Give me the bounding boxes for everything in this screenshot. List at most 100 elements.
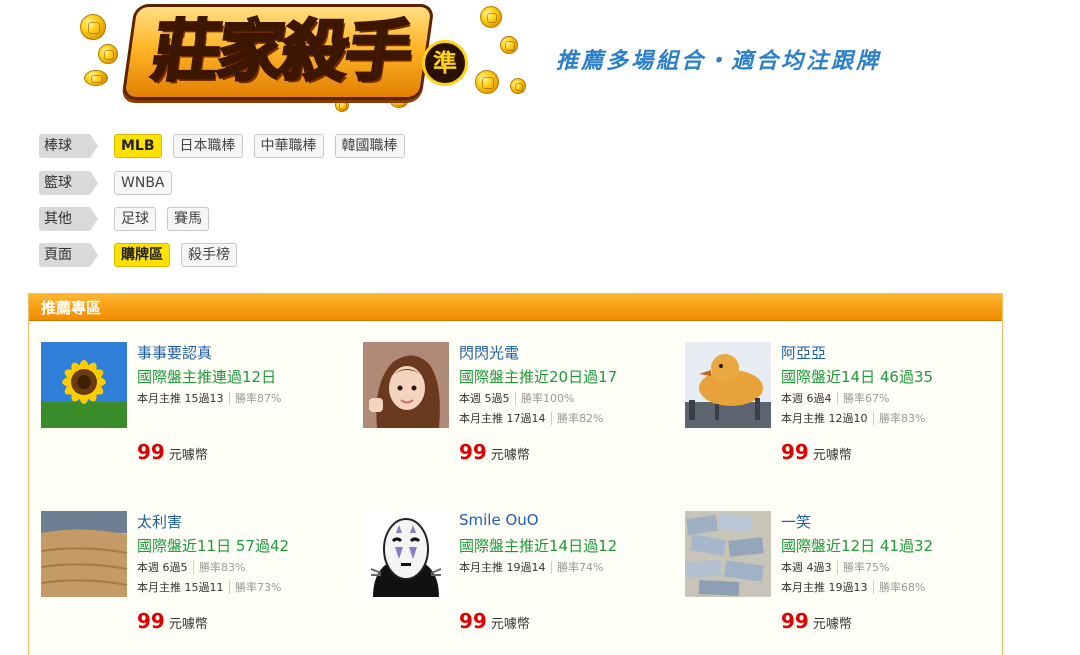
win-rate: 勝率75% xyxy=(837,561,890,574)
win-rate: 勝率83% xyxy=(193,561,246,574)
tipster-name[interactable]: 太利害 xyxy=(137,511,182,532)
site-logo[interactable]: 莊家殺手 準 xyxy=(70,0,550,118)
tipster-record: 國際盤近11日 57過42 xyxy=(137,537,290,555)
category-row-other: 其他 足球 賽馬 xyxy=(39,207,209,231)
stat-text: 本月主推 17過14 xyxy=(459,412,546,425)
no-face-avatar[interactable] xyxy=(363,511,449,597)
sunflower-avatar[interactable] xyxy=(41,342,127,428)
tipster-record: 國際盤主推近20日過17 xyxy=(459,368,618,386)
tipster-card: Smile OuO 國際盤主推近14日過12 本月主推 19過14 勝率74% … xyxy=(363,511,663,651)
stat-line: 本週 6過5 勝率83% xyxy=(137,559,246,575)
category-item-horse-racing[interactable]: 賽馬 xyxy=(167,207,209,231)
category-item-killer-ranking[interactable]: 殺手榜 xyxy=(181,243,237,267)
win-rate: 勝率74% xyxy=(551,561,604,574)
stat-text: 本週 5過5 xyxy=(459,392,510,405)
coin-icon xyxy=(98,44,118,64)
stat-text: 本月主推 12過10 xyxy=(781,412,868,425)
category-item-kbo[interactable]: 韓國職棒 xyxy=(334,134,405,158)
rubber-duck-avatar[interactable] xyxy=(685,342,771,428)
price-button[interactable]: 99 元噱幣 xyxy=(459,440,530,464)
category-row-baseball: 棒球 MLB 日本職棒 中華職棒 韓國職棒 xyxy=(39,134,405,158)
stat-line: 本月主推 15過11 勝率73% xyxy=(137,579,282,595)
coin-icon xyxy=(480,6,502,28)
price-value: 99 xyxy=(459,440,487,464)
stat-text: 本月主推 19過14 xyxy=(459,561,546,574)
win-rate: 勝率67% xyxy=(837,392,890,405)
stat-text: 本週 6過5 xyxy=(137,561,188,574)
tipster-card: 一笑 國際盤近12日 41過32 本週 4過3 勝率75% 本月主推 19過13… xyxy=(685,511,985,651)
win-rate: 勝率73% xyxy=(229,581,282,594)
stat-line: 本月主推 15過13 勝率87% xyxy=(137,390,282,406)
stat-line: 本週 4過3 勝率75% xyxy=(781,559,890,575)
stat-line: 本月主推 17過14 勝率82% xyxy=(459,410,604,426)
tipster-name[interactable]: 阿亞亞 xyxy=(781,342,826,363)
price-button[interactable]: 99 元噱幣 xyxy=(137,609,208,633)
category-item-npb[interactable]: 日本職棒 xyxy=(172,134,243,158)
panel-header: 推薦專區 xyxy=(29,294,1002,321)
category-item-cpbl[interactable]: 中華職棒 xyxy=(253,134,324,158)
tipster-record: 國際盤近12日 41過32 xyxy=(781,537,934,555)
category-row-page: 頁面 購牌區 殺手榜 xyxy=(39,243,237,267)
price-value: 99 xyxy=(781,609,809,633)
stat-line: 本月主推 19過14 勝率74% xyxy=(459,559,604,575)
price-button[interactable]: 99 元噱幣 xyxy=(459,609,530,633)
price-unit: 元噱幣 xyxy=(812,617,852,632)
stat-line: 本週 5過5 勝率100% xyxy=(459,390,575,406)
category-label: 其他 xyxy=(39,207,98,231)
site-slogan: 推薦多場組合・適合均注跟牌 xyxy=(556,49,882,74)
price-value: 99 xyxy=(137,609,165,633)
win-rate: 勝率87% xyxy=(229,392,282,405)
panel-title: 推薦專區 xyxy=(41,299,102,317)
category-item-purchase-zone[interactable]: 購牌區 xyxy=(114,243,170,267)
price-button[interactable]: 99 元噱幣 xyxy=(781,440,852,464)
tipster-card: 閃閃光電 國際盤主推近20日過17 本週 5過5 勝率100% 本月主推 17過… xyxy=(363,342,663,482)
category-item-soccer[interactable]: 足球 xyxy=(114,207,156,231)
tipster-card: 阿亞亞 國際盤近14日 46過35 本週 6過4 勝率67% 本月主推 12過1… xyxy=(685,342,985,482)
price-value: 99 xyxy=(781,440,809,464)
tipster-record: 國際盤主推近14日過12 xyxy=(459,537,618,555)
price-unit: 元噱幣 xyxy=(168,617,208,632)
stat-line: 本週 6過4 勝率67% xyxy=(781,390,890,406)
tipster-name[interactable]: Smile OuO xyxy=(459,511,539,529)
recommendation-panel: 推薦專區 事事要認真 國際盤主推連過12日 本月主推 15過13 勝率87% 9… xyxy=(28,293,1003,655)
win-rate: 勝率83% xyxy=(873,412,926,425)
stat-line: 本月主推 12過10 勝率83% xyxy=(781,410,926,426)
tipster-name[interactable]: 閃閃光電 xyxy=(459,342,519,363)
win-rate: 勝率82% xyxy=(551,412,604,425)
price-unit: 元噱幣 xyxy=(490,617,530,632)
tipster-name[interactable]: 事事要認真 xyxy=(137,342,212,363)
category-label: 頁面 xyxy=(39,243,98,267)
category-label: 籃球 xyxy=(39,171,98,195)
price-value: 99 xyxy=(137,440,165,464)
stat-text: 本月主推 15過11 xyxy=(137,581,224,594)
tipster-name[interactable]: 一笑 xyxy=(781,511,811,532)
coin-icon xyxy=(510,78,526,94)
price-unit: 元噱幣 xyxy=(490,448,530,463)
girl-avatar[interactable] xyxy=(363,342,449,428)
price-button[interactable]: 99 元噱幣 xyxy=(137,440,208,464)
tipster-card: 事事要認真 國際盤主推連過12日 本月主推 15過13 勝率87% 99 元噱幣 xyxy=(41,342,341,482)
category-label: 棒球 xyxy=(39,134,98,158)
price-button[interactable]: 99 元噱幣 xyxy=(781,609,852,633)
price-unit: 元噱幣 xyxy=(168,448,208,463)
category-item-mlb[interactable]: MLB xyxy=(114,134,162,158)
stat-text: 本月主推 15過13 xyxy=(137,392,224,405)
coin-icon xyxy=(80,14,106,40)
stat-text: 本週 4過3 xyxy=(781,561,832,574)
coin-icon xyxy=(84,70,108,86)
price-value: 99 xyxy=(459,609,487,633)
category-item-wnba[interactable]: WNBA xyxy=(114,171,172,195)
tipster-card: 太利害 國際盤近11日 57過42 本週 6過5 勝率83% 本月主推 15過1… xyxy=(41,511,341,651)
stat-line: 本月主推 19過13 勝率68% xyxy=(781,579,926,595)
cash-pile-avatar[interactable] xyxy=(685,511,771,597)
wood-avatar[interactable] xyxy=(41,511,127,597)
coin-icon xyxy=(335,98,349,112)
tipster-record: 國際盤近14日 46過35 xyxy=(781,368,934,386)
category-row-basketball: 籃球 WNBA xyxy=(39,171,172,195)
coin-icon xyxy=(500,36,518,54)
stat-text: 本月主推 19過13 xyxy=(781,581,868,594)
coin-icon xyxy=(475,70,499,94)
win-rate: 勝率68% xyxy=(873,581,926,594)
logo-badge: 準 xyxy=(422,40,468,86)
win-rate: 勝率100% xyxy=(515,392,575,405)
